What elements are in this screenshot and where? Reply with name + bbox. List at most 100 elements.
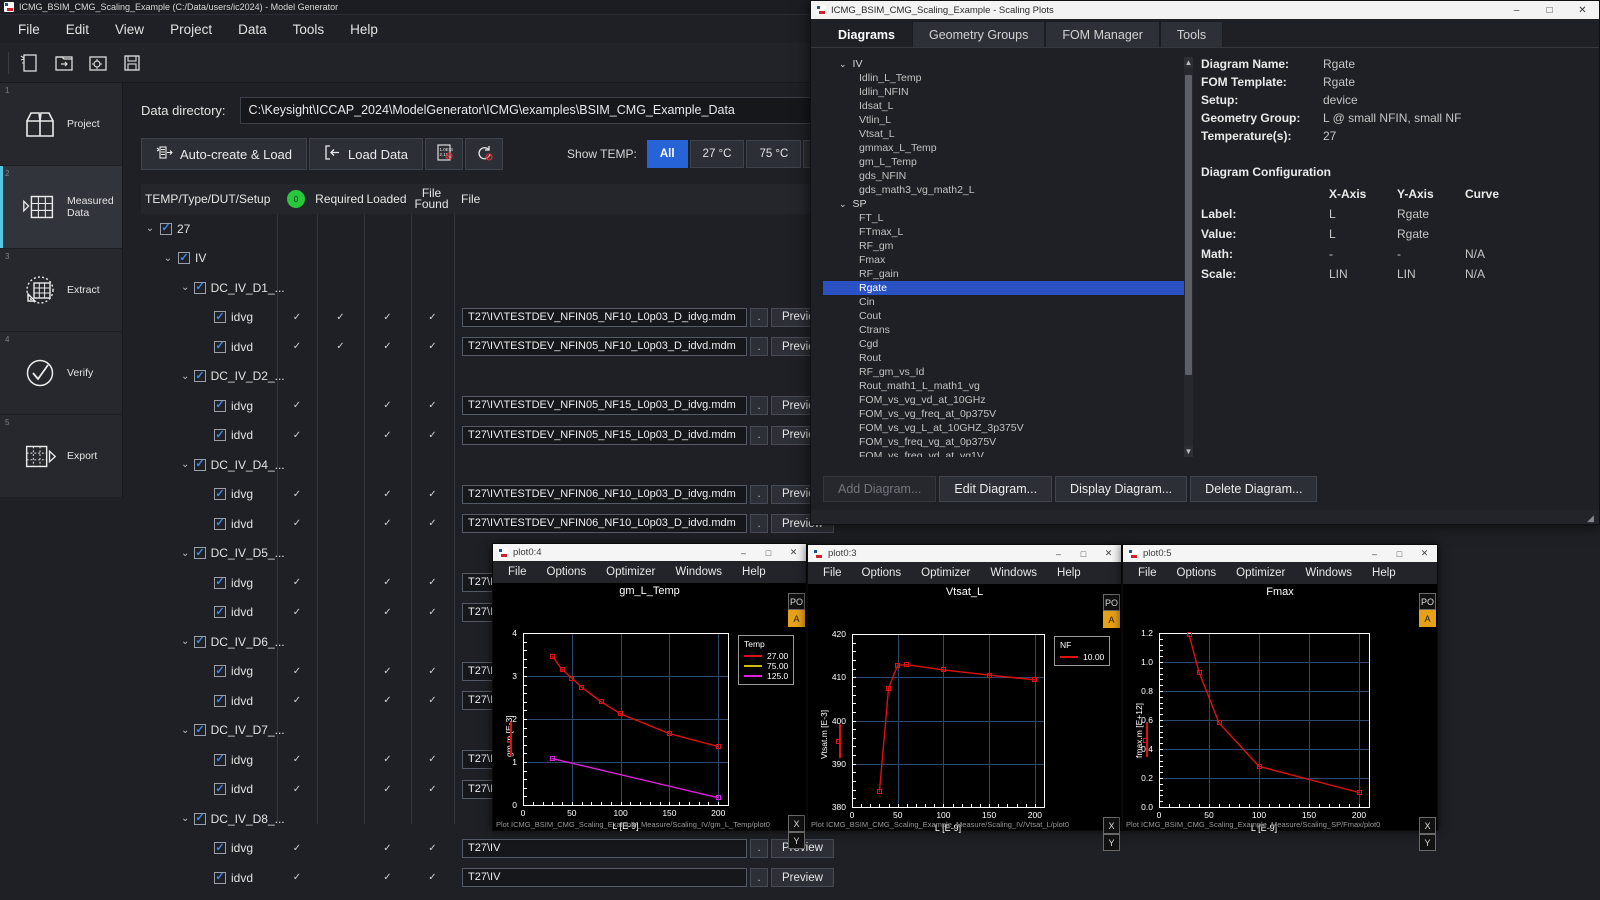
- open-project-icon[interactable]: [49, 48, 79, 78]
- diagram-item-rf_gm[interactable]: RF_gm: [823, 239, 1193, 253]
- plot-menu-windows[interactable]: Windows: [666, 566, 731, 578]
- diagram-item-fom_vs_vg_vd_at_10ghz[interactable]: FOM_vs_vg_vd_at_10GHz: [823, 393, 1193, 407]
- tab-diagrams[interactable]: Diagrams: [821, 21, 912, 47]
- minimize-icon[interactable]: –: [1362, 545, 1387, 562]
- close-icon[interactable]: ✕: [781, 544, 806, 561]
- edit-diagram-button[interactable]: Edit Diagram...: [939, 476, 1052, 502]
- diagram-item-rout[interactable]: Rout: [823, 351, 1193, 365]
- row-checkbox[interactable]: [194, 282, 205, 294]
- tab-fom-manager[interactable]: FOM Manager: [1045, 21, 1160, 47]
- row-name-cell[interactable]: idvg: [141, 657, 277, 687]
- diagram-item-cout[interactable]: Cout: [823, 309, 1193, 323]
- plot-option-button[interactable]: PO: [788, 593, 805, 610]
- row-checkbox[interactable]: [214, 783, 226, 795]
- row-checkbox[interactable]: [214, 429, 226, 441]
- plot-menu-help[interactable]: Help: [733, 566, 775, 578]
- plot-menu-optimizer[interactable]: Optimizer: [912, 567, 979, 579]
- row-checkbox[interactable]: [214, 842, 226, 854]
- diagram-item-fmax[interactable]: Fmax: [823, 253, 1193, 267]
- diagram-item-rf_gm_vs_id[interactable]: RF_gm_vs_Id: [823, 365, 1193, 379]
- menu-tools[interactable]: Tools: [281, 18, 337, 41]
- project-settings-icon[interactable]: [83, 48, 113, 78]
- row-checkbox[interactable]: [214, 577, 226, 589]
- temp-filter-27[interactable]: 27 °C: [690, 140, 745, 168]
- diagram-item-gds_math3_vg_math2_l[interactable]: gds_math3_vg_math2_L: [823, 183, 1193, 197]
- row-checkbox[interactable]: [214, 400, 226, 412]
- add-diagram-button[interactable]: Add Diagram...: [823, 476, 936, 502]
- scroll-up-icon[interactable]: ▲: [1184, 57, 1193, 68]
- row-checkbox[interactable]: [214, 311, 226, 323]
- row-checkbox[interactable]: [214, 341, 226, 353]
- row-checkbox[interactable]: [214, 665, 226, 677]
- plot-menu-windows[interactable]: Windows: [1296, 567, 1361, 579]
- plot-menu-windows[interactable]: Windows: [981, 567, 1046, 579]
- row-name-cell[interactable]: idvd: [141, 863, 277, 893]
- row-checkbox[interactable]: [214, 695, 226, 707]
- row-name-cell[interactable]: idvd: [141, 509, 277, 539]
- reload-clear-button[interactable]: [465, 138, 503, 170]
- diagram-item-rgate[interactable]: Rgate: [823, 281, 1193, 295]
- row-name-cell[interactable]: ⌄DC_IV_D5_...: [141, 539, 277, 569]
- plot-menu-file[interactable]: File: [499, 566, 536, 578]
- diagram-item-rout_math1_l_math1_vg[interactable]: Rout_math1_L_math1_vg: [823, 379, 1193, 393]
- row-checkbox[interactable]: [178, 252, 190, 264]
- plot-option-button[interactable]: PO: [1103, 594, 1120, 611]
- diagram-group-iv[interactable]: ⌄IV: [823, 57, 1193, 71]
- diagram-item-vtsat_l[interactable]: Vtsat_L: [823, 127, 1193, 141]
- display-diagram-button[interactable]: Display Diagram...: [1055, 476, 1187, 502]
- row-checkbox[interactable]: [214, 488, 226, 500]
- maximize-icon[interactable]: □: [756, 544, 781, 561]
- menu-help[interactable]: Help: [338, 18, 390, 41]
- row-name-cell[interactable]: idvg: [141, 391, 277, 421]
- row-name-cell[interactable]: idvg: [141, 568, 277, 598]
- menu-file[interactable]: File: [6, 18, 52, 41]
- menu-edit[interactable]: Edit: [54, 18, 101, 41]
- save-icon[interactable]: [117, 48, 147, 78]
- diagram-item-rf_gain[interactable]: RF_gain: [823, 267, 1193, 281]
- close-icon[interactable]: ✕: [1566, 1, 1599, 19]
- diagram-item-fom_vs_freq_vd_at_vg1v[interactable]: FOM_vs_freq_vd_at_vg1V: [823, 449, 1193, 457]
- close-icon[interactable]: ✕: [1096, 545, 1121, 562]
- diagram-tree-scrollbar[interactable]: ▲ ▼: [1184, 57, 1193, 457]
- row-name-cell[interactable]: idvg: [141, 834, 277, 864]
- chevron-down-icon[interactable]: ⌄: [839, 59, 847, 70]
- plot-canvas[interactable]: gm_L_Temp05010015020001234L [E-9]gm.m [E…: [493, 583, 806, 830]
- diagram-item-idlin_l_temp[interactable]: Idlin_L_Temp: [823, 71, 1193, 85]
- browse-button[interactable]: .: [750, 514, 768, 533]
- diagram-tree[interactable]: ⌄IVIdlin_L_TempIdlin_NFINIdsat_LVtlin_LV…: [823, 57, 1193, 457]
- tab-geometry-groups[interactable]: Geometry Groups: [912, 21, 1045, 47]
- rail-item-verify[interactable]: 4 Verify: [0, 332, 122, 415]
- x-zoom-button[interactable]: X: [1419, 817, 1436, 834]
- delete-diagram-button[interactable]: Delete Diagram...: [1190, 476, 1317, 502]
- row-checkbox[interactable]: [214, 872, 226, 884]
- plot-menu-help[interactable]: Help: [1048, 567, 1090, 579]
- row-checkbox[interactable]: [194, 547, 205, 559]
- row-checkbox[interactable]: [214, 518, 226, 530]
- diagram-item-vtlin_l[interactable]: Vtlin_L: [823, 113, 1193, 127]
- diagram-item-cgd[interactable]: Cgd: [823, 337, 1193, 351]
- diagram-group-sp[interactable]: ⌄SP: [823, 197, 1193, 211]
- row-checkbox[interactable]: [194, 724, 205, 736]
- plot-option-button[interactable]: PO: [1419, 593, 1436, 610]
- chevron-down-icon[interactable]: ⌄: [181, 725, 189, 736]
- resize-grip-icon[interactable]: ◢: [1587, 513, 1597, 523]
- minimize-icon[interactable]: –: [731, 544, 756, 561]
- autoscale-button[interactable]: A: [1103, 611, 1120, 628]
- plot-menu-options[interactable]: Options: [538, 566, 596, 578]
- row-checkbox[interactable]: [194, 370, 205, 382]
- browse-button[interactable]: .: [750, 337, 768, 356]
- row-checkbox[interactable]: [194, 813, 205, 825]
- plot-menu-optimizer[interactable]: Optimizer: [597, 566, 664, 578]
- plot-menu-optimizer[interactable]: Optimizer: [1227, 567, 1294, 579]
- rail-item-measured-data[interactable]: 2 MeasuredData: [0, 166, 122, 249]
- row-name-cell[interactable]: ⌄DC_IV_D6_...: [141, 627, 277, 657]
- plot-menu-help[interactable]: Help: [1363, 567, 1405, 579]
- minimize-icon[interactable]: –: [1500, 1, 1533, 19]
- diagram-item-gm_l_temp[interactable]: gm_L_Temp: [823, 155, 1193, 169]
- row-name-cell[interactable]: idvd: [141, 598, 277, 628]
- row-checkbox[interactable]: [194, 459, 205, 471]
- row-name-cell[interactable]: idvg: [141, 745, 277, 775]
- diagram-item-ft_l[interactable]: FT_L: [823, 211, 1193, 225]
- plot-menu-options[interactable]: Options: [853, 567, 911, 579]
- load-data-button[interactable]: Load Data: [309, 138, 423, 170]
